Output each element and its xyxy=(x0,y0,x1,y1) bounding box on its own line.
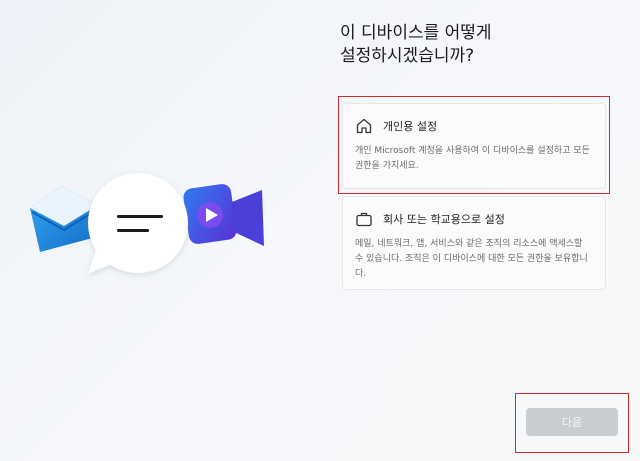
option-work-description: 메일, 네트워크, 앱, 서비스와 같은 조직의 리소스에 액세스할 수 있습니… xyxy=(355,239,588,279)
option-personal-setup[interactable]: 개인용 설정 개인 Microsoft 계정을 사용하여 이 디바이스를 설정하… xyxy=(342,103,606,189)
video-icon xyxy=(183,184,264,246)
setup-illustration xyxy=(30,173,264,274)
option-work-school-setup[interactable]: 회사 또는 학교용으로 설정 메일, 네트워크, 앱, 서비스와 같은 조직의 … xyxy=(342,196,606,290)
briefcase-icon xyxy=(355,210,373,228)
next-button[interactable]: 다음 xyxy=(526,408,618,436)
home-icon xyxy=(355,117,373,135)
option-work-title: 회사 또는 학교용으로 설정 xyxy=(383,213,505,226)
chat-bubble-icon xyxy=(88,173,188,274)
option-personal-description: 개인 Microsoft 계정을 사용하여 이 디바이스를 설정하고 모든 권한… xyxy=(355,146,590,171)
page-title: 이 디바이스를 어떻게 설정하시겠습니까? xyxy=(340,23,492,66)
option-personal-title: 개인용 설정 xyxy=(383,120,438,133)
